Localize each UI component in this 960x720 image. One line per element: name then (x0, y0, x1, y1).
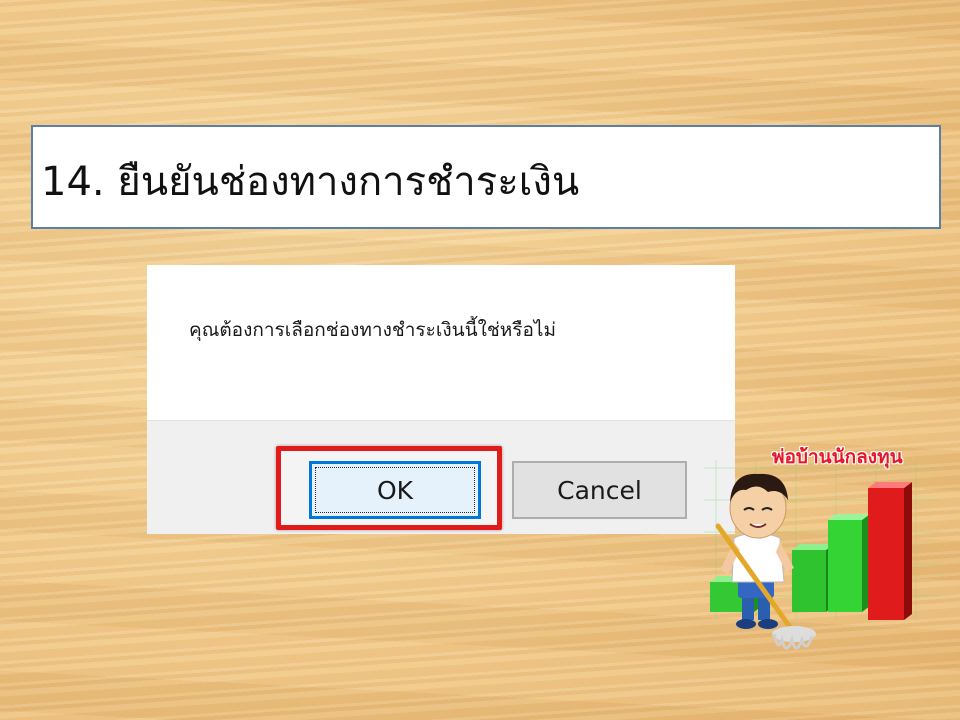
slide-title: 14. ยืนยันช่องทางการชำระเงิน (41, 159, 580, 205)
ok-button[interactable]: OK (309, 461, 481, 519)
brand-name: พ่อบ้านนักลงทุน (772, 446, 903, 468)
ok-button-label: OK (376, 475, 414, 505)
cancel-button[interactable]: Cancel (512, 461, 687, 519)
cancel-button-label: Cancel (557, 475, 642, 505)
confirm-dialog: คุณต้องการเลือกช่องทางชำระเงินนี้ใช่หรือ… (147, 265, 735, 534)
mop-icon (772, 626, 816, 650)
slide-title-box: 14. ยืนยันช่องทางการชำระเงิน (31, 125, 941, 229)
brand-mascot-logo: พ่อบ้านนักลงทุน (696, 430, 946, 662)
dialog-message: คุณต้องการเลือกช่องทางชำระเงินนี้ใช่หรือ… (189, 319, 556, 341)
dialog-button-bar: OK Cancel (147, 420, 735, 534)
